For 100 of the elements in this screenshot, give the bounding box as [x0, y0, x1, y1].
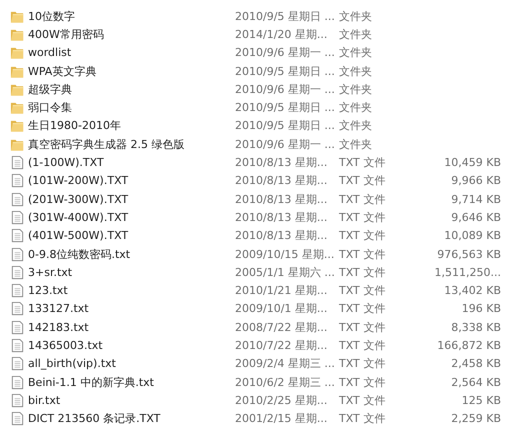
file-type: TXT 文件 — [339, 210, 386, 225]
file-type: 文件夹 — [339, 136, 373, 152]
text-file-icon — [10, 192, 25, 207]
file-type: TXT 文件 — [339, 246, 386, 262]
text-file-icon — [10, 338, 25, 353]
file-type: 文件夹 — [339, 8, 373, 24]
file-type: TXT 文件 — [339, 264, 386, 280]
modified-date: 2001/2/15 星期... — [235, 411, 328, 426]
file-type: TXT 文件 — [339, 155, 386, 170]
text-file-icon — [10, 155, 25, 170]
file-type: TXT 文件 — [339, 173, 386, 188]
file-name: 真空密码字典生成器 2.5 绿色版 — [28, 136, 184, 152]
modified-date: 2010/9/5 星期日 ... — [235, 8, 336, 24]
file-name: DICT 213560 条记录.TXT — [28, 411, 160, 426]
text-file-icon — [10, 210, 25, 225]
modified-date: 2009/10/1 星期... — [235, 301, 328, 316]
file-size: 10,459 KB — [444, 156, 501, 170]
file-type: 文件夹 — [339, 26, 373, 42]
modified-date: 2010/9/6 星期一 ... — [235, 82, 336, 97]
folder-icon — [10, 45, 25, 60]
file-type: 文件夹 — [339, 64, 373, 79]
file-name: (1-100W).TXT — [28, 156, 104, 170]
file-name: 400W常用密码 — [28, 26, 104, 42]
file-name: WPA英文字典 — [28, 64, 96, 79]
file-name: bir.txt — [28, 394, 60, 407]
file-size: 8,338 KB — [451, 320, 501, 334]
file-type: TXT 文件 — [339, 374, 386, 390]
text-file-icon — [10, 356, 25, 372]
modified-date: 2010/9/6 星期一 ... — [235, 136, 336, 152]
modified-date: 2009/2/4 星期三 ... — [235, 356, 336, 372]
file-name: 133127.txt — [28, 302, 89, 316]
text-file-icon — [10, 374, 25, 390]
text-file-icon — [10, 228, 25, 244]
text-file-icon — [10, 283, 25, 298]
text-file-icon — [10, 392, 25, 408]
file-name: 0-9.8位纯数密码.txt — [28, 246, 130, 262]
file-name: (301W-400W).TXT — [28, 210, 128, 224]
text-file-icon — [10, 264, 25, 280]
file-type: TXT 文件 — [339, 192, 386, 207]
file-name: (201W-300W).TXT — [28, 192, 128, 206]
file-size: 13,402 KB — [444, 284, 501, 298]
file-size: 9,646 KB — [451, 210, 501, 224]
file-type: TXT 文件 — [339, 228, 386, 244]
file-size: 10,089 KB — [444, 229, 501, 242]
file-type: TXT 文件 — [339, 320, 386, 335]
modified-date: 2010/6/2 星期三 ... — [235, 374, 336, 390]
file-name: 14365003.txt — [28, 338, 103, 352]
file-name: 3+sr.txt — [28, 266, 72, 279]
modified-date: 2009/10/15 星期... — [235, 246, 336, 262]
file-type: TXT 文件 — [339, 338, 386, 353]
file-name: 生日1980-2010年 — [28, 118, 121, 134]
file-size: 9,966 KB — [451, 174, 501, 188]
file-type: TXT 文件 — [339, 411, 386, 426]
file-type: 文件夹 — [339, 118, 373, 134]
text-file-icon — [10, 173, 25, 188]
modified-date: 2010/9/5 星期日 ... — [235, 118, 336, 134]
modified-date: 2014/1/20 星期... — [235, 26, 328, 42]
file-size: 976,563 KB — [437, 248, 501, 260]
text-file-icon — [10, 320, 25, 335]
file-name: wordlist — [28, 46, 72, 60]
modified-date: 2010/9/6 星期一 ... — [235, 45, 336, 60]
file-name: 超级字典 — [28, 82, 72, 97]
file-name: Beini-1.1 中的新字典.txt — [28, 374, 154, 390]
file-type: 文件夹 — [339, 82, 373, 97]
file-type: 文件夹 — [339, 45, 373, 60]
modified-date: 2005/1/1 星期六 ... — [235, 264, 336, 280]
text-file-icon — [10, 246, 25, 262]
file-name: 142183.txt — [28, 320, 89, 334]
file-size: 166,872 KB — [437, 338, 501, 352]
file-type: TXT 文件 — [339, 392, 386, 408]
file-name: (401W-500W).TXT — [28, 229, 128, 242]
modified-date: 2010/8/13 星期... — [235, 155, 328, 170]
file-size: 2,458 KB — [451, 357, 501, 370]
modified-date: 2010/8/13 星期... — [235, 228, 328, 244]
file-size: 125 KB — [462, 394, 501, 407]
text-file-icon — [10, 301, 25, 316]
file-name: (101W-200W).TXT — [28, 174, 128, 188]
modified-date: 2010/9/5 星期日 ... — [235, 100, 336, 116]
text-file-icon — [10, 411, 25, 426]
modified-date: 2008/7/22 星期... — [235, 320, 328, 335]
file-name: 弱口令集 — [28, 100, 72, 116]
modified-date: 2010/8/13 星期... — [235, 210, 328, 225]
file-size: 1,511,250... — [434, 266, 501, 279]
modified-date: 2010/8/13 星期... — [235, 192, 328, 207]
modified-date: 2010/7/22 星期... — [235, 338, 328, 353]
folder-icon — [10, 118, 25, 134]
file-type: TXT 文件 — [339, 301, 386, 316]
file-size: 2,259 KB — [451, 412, 501, 426]
modified-date: 2010/9/5 星期日 ... — [235, 64, 336, 79]
file-size: 9,714 KB — [451, 192, 501, 206]
file-name: all_birth(vip).txt — [28, 357, 116, 370]
file-type: TXT 文件 — [339, 356, 386, 372]
file-name: 10位数字 — [28, 8, 75, 24]
modified-date: 2010/8/13 星期... — [235, 173, 328, 188]
modified-date: 2010/2/25 星期... — [235, 392, 328, 408]
file-type: TXT 文件 — [339, 283, 386, 298]
file-size: 196 KB — [462, 302, 501, 316]
file-type: 文件夹 — [339, 100, 373, 116]
file-size: 2,564 KB — [451, 376, 501, 389]
modified-date: 2010/1/21 星期... — [235, 283, 328, 298]
